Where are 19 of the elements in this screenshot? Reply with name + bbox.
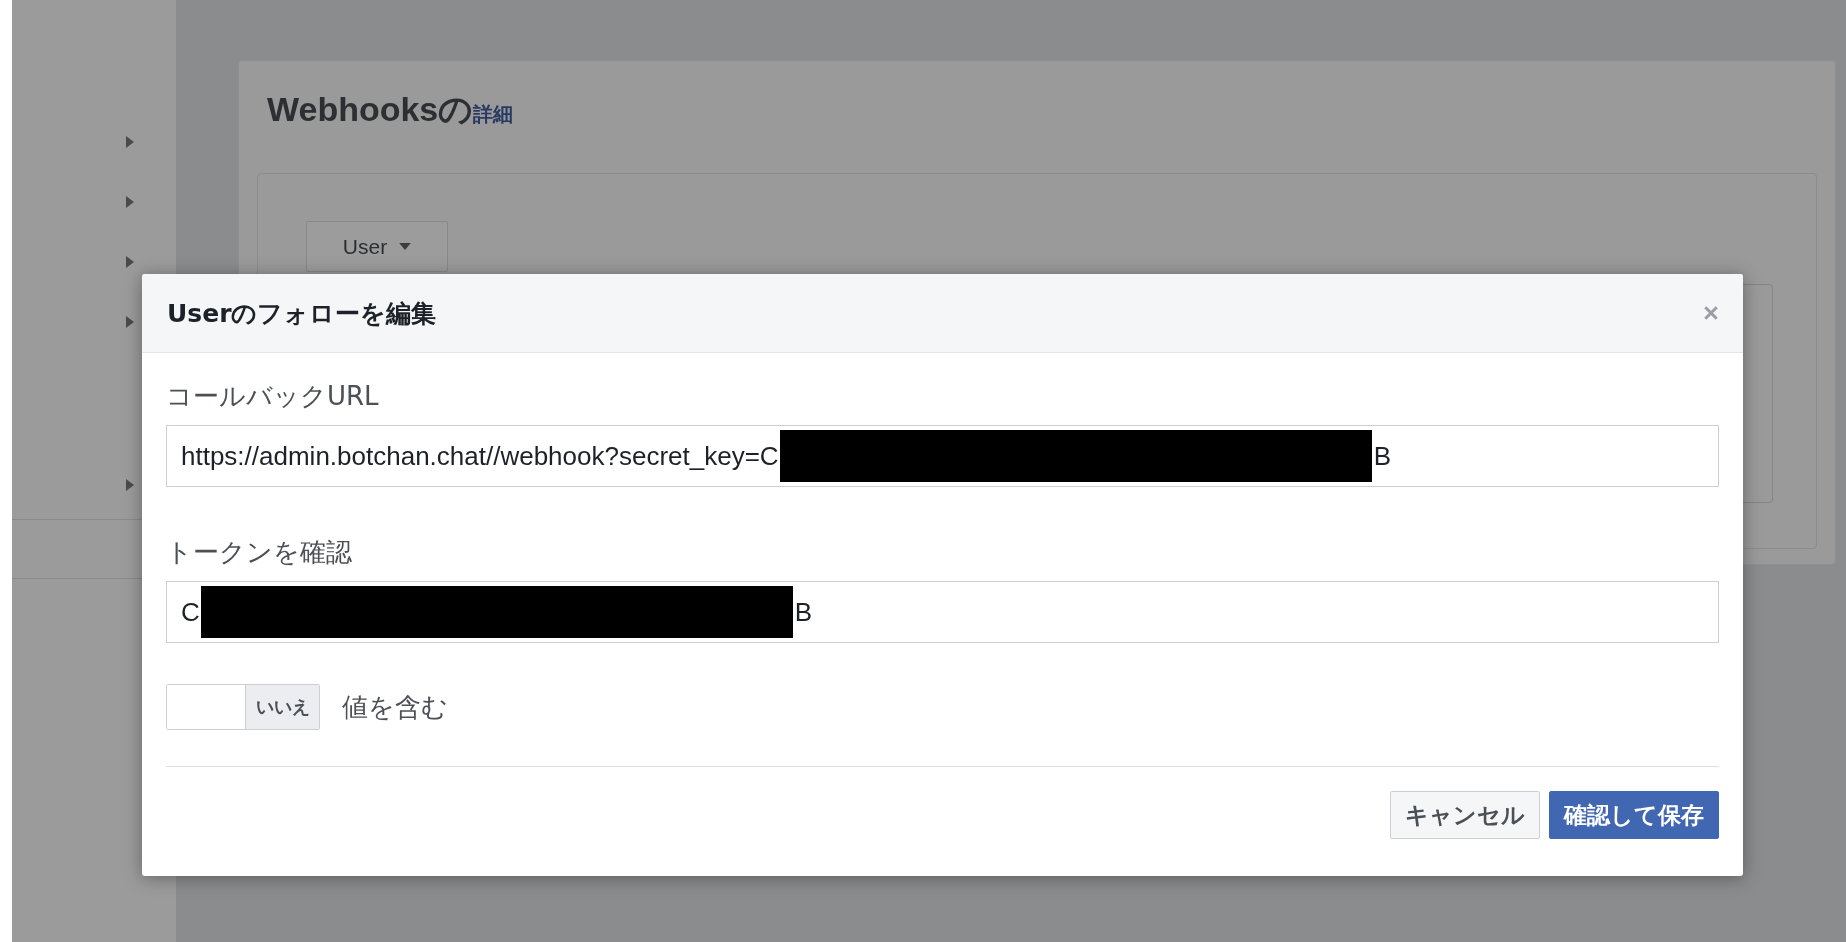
cancel-button[interactable]: キャンセル xyxy=(1390,791,1540,839)
caret-icon[interactable] xyxy=(126,479,134,491)
input-field[interactable]: C B xyxy=(166,581,1719,643)
dialog-title: Userのフォローを編集 xyxy=(167,297,437,330)
caret-icon xyxy=(399,243,412,250)
caret-icon[interactable] xyxy=(126,316,134,328)
card-title: Webhooksの xyxy=(267,90,474,128)
object-dropdown[interactable]: User xyxy=(306,221,448,272)
toggle-label: 値を含む xyxy=(342,690,448,724)
field-label: コールバックURL xyxy=(166,380,380,413)
field-label: トークンを確認 xyxy=(166,536,353,569)
caret-icon[interactable] xyxy=(126,256,134,268)
caret-icon[interactable] xyxy=(126,196,134,208)
save-button[interactable]: 確認して保存 xyxy=(1549,791,1719,839)
toggle-switch[interactable]: いいえ xyxy=(166,684,320,730)
details-link[interactable]: 詳細 xyxy=(473,102,514,126)
caret-icon[interactable] xyxy=(126,136,134,148)
close-icon[interactable] xyxy=(1703,305,1719,321)
input-field[interactable]: https://admin.botchan.chat//webhook?secret_key=C B xyxy=(166,425,1719,487)
